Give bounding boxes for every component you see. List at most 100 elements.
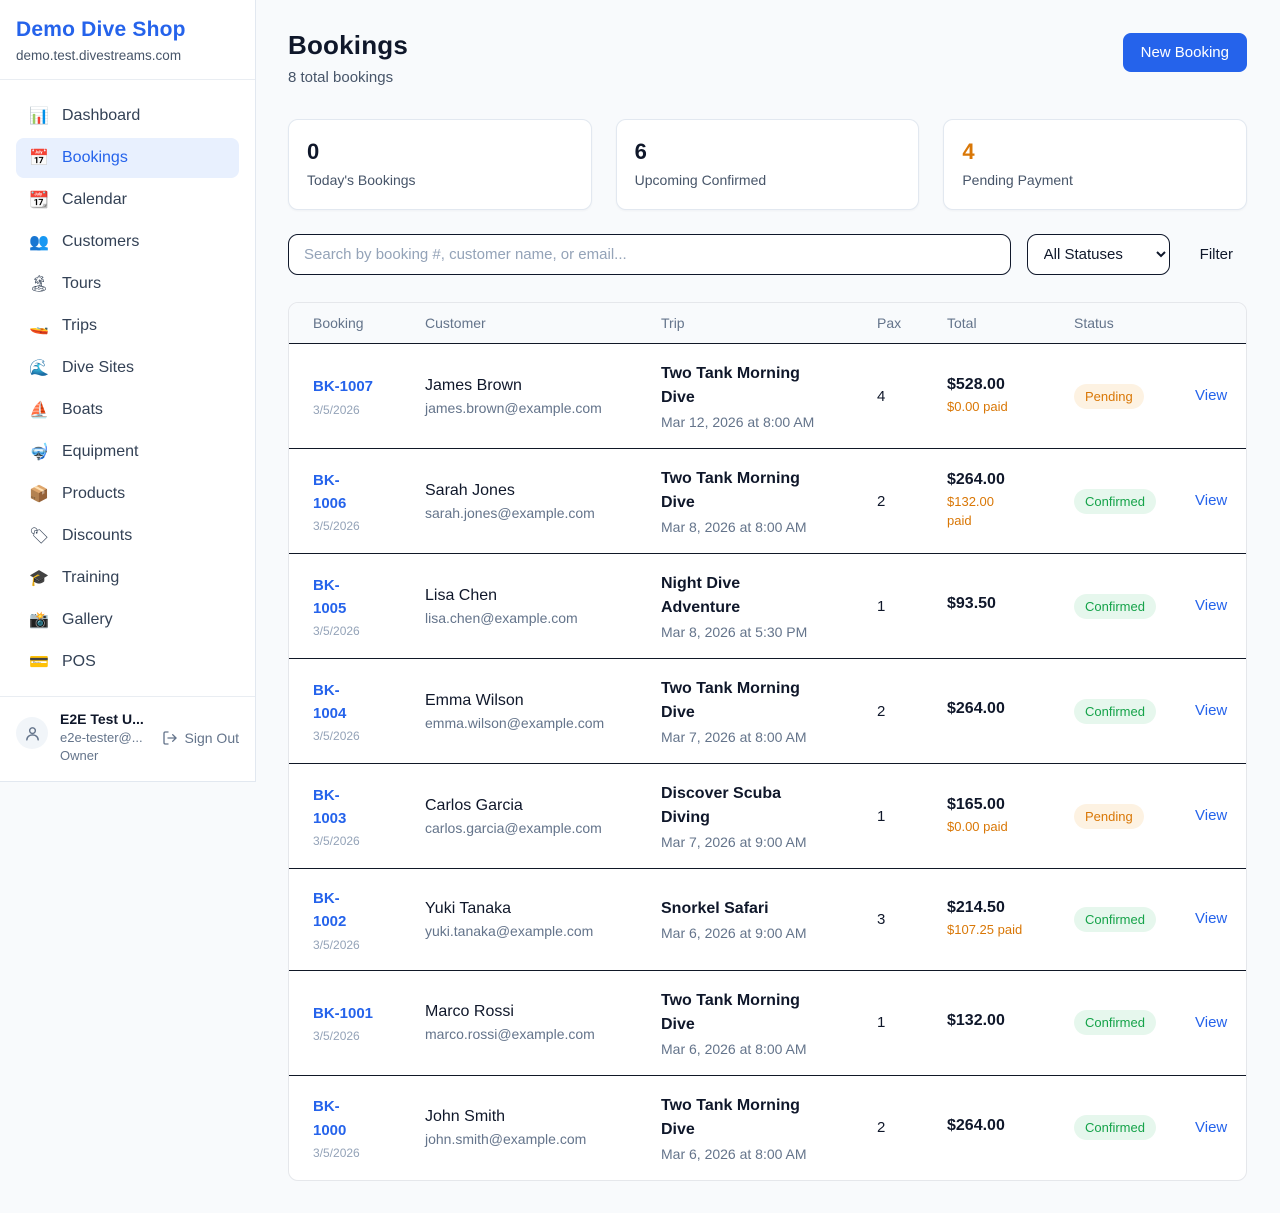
table-row: BK-1001 3/5/2026 Marco Rossi marco.rossi… (289, 971, 1246, 1076)
actions-cell: View (1195, 910, 1227, 928)
sidebar-item-label: POS (62, 653, 96, 671)
total-cell: $264.00 (947, 1117, 1074, 1139)
paid-amount: $0.00 paid (947, 398, 1074, 417)
trip-name: Two Tank Morning Dive (661, 677, 816, 725)
trip-cell: Two Tank Morning Dive Mar 6, 2026 at 8:0… (661, 1094, 877, 1162)
sign-out-button[interactable]: Sign Out (162, 730, 239, 746)
sidebar-item-tours[interactable]: 🏝 Tours (16, 264, 239, 304)
sidebar-item-dive-sites[interactable]: 🌊 Dive Sites (16, 348, 239, 388)
trip-cell: Two Tank Morning Dive Mar 8, 2026 at 8:0… (661, 467, 877, 535)
status-cell: Pending (1074, 384, 1195, 409)
sidebar-item-icon: 🤿 (29, 442, 49, 462)
booking-id-link[interactable]: BK-1005 (313, 574, 425, 621)
trip-name: Two Tank Morning Dive (661, 989, 816, 1037)
sidebar-item-pos[interactable]: 💳 POS (16, 642, 239, 682)
search-input[interactable] (288, 234, 1011, 275)
booking-date: 3/5/2026 (313, 834, 425, 848)
table-row: BK-1005 3/5/2026 Lisa Chen lisa.chen@exa… (289, 554, 1246, 659)
customer-email: sarah.jones@example.com (425, 505, 661, 521)
view-link[interactable]: View (1195, 492, 1227, 509)
table-row: BK-1004 3/5/2026 Emma Wilson emma.wilson… (289, 659, 1246, 764)
sidebar-item-equipment[interactable]: 🤿 Equipment (16, 432, 239, 472)
booking-id-link[interactable]: BK-1006 (313, 469, 425, 516)
filter-button[interactable]: Filter (1186, 238, 1247, 271)
column-header-pax: Pax (877, 315, 947, 331)
booking-cell: BK-1002 3/5/2026 (313, 887, 425, 952)
sidebar-item-trips[interactable]: 🚤 Trips (16, 306, 239, 346)
sidebar-item-label: Calendar (62, 191, 127, 209)
brand-block: Demo Dive Shop demo.test.divestreams.com (0, 0, 255, 80)
main-content: Bookings 8 total bookings New Booking 0 … (256, 0, 1280, 1213)
page-header-text: Bookings 8 total bookings (288, 30, 408, 86)
status-badge: Confirmed (1074, 1115, 1156, 1140)
total-amount: $264.00 (947, 1117, 1074, 1135)
trip-datetime: Mar 6, 2026 at 8:00 AM (661, 1041, 877, 1057)
sidebar-item-boats[interactable]: ⛵ Boats (16, 390, 239, 430)
sidebar-item-label: Bookings (62, 149, 128, 167)
booking-id-link[interactable]: BK-1000 (313, 1095, 425, 1142)
sidebar-item-icon: 📆 (29, 190, 49, 210)
user-info: E2E Test U... e2e-tester@... Owner (60, 711, 150, 763)
booking-id-link[interactable]: BK-1003 (313, 784, 425, 831)
view-link[interactable]: View (1195, 702, 1227, 719)
booking-id-link[interactable]: BK-1002 (313, 887, 425, 934)
view-link[interactable]: View (1195, 1014, 1227, 1031)
pax-cell: 1 (877, 808, 947, 825)
booking-date: 3/5/2026 (313, 938, 425, 952)
status-cell: Pending (1074, 804, 1195, 829)
status-badge: Confirmed (1074, 594, 1156, 619)
pax-cell: 3 (877, 911, 947, 928)
table-row: BK-1007 3/5/2026 James Brown james.brown… (289, 344, 1246, 449)
customer-name: John Smith (425, 1108, 661, 1126)
sidebar-item-calendar[interactable]: 📆 Calendar (16, 180, 239, 220)
status-filter-select[interactable]: All Statuses (1027, 234, 1170, 275)
status-cell: Confirmed (1074, 699, 1195, 724)
sidebar-item-label: Tours (62, 275, 101, 293)
sidebar-item-label: Boats (62, 401, 103, 419)
sidebar-item-training[interactable]: 🎓 Training (16, 558, 239, 598)
sidebar-item-label: Equipment (62, 443, 139, 461)
customer-name: Sarah Jones (425, 482, 661, 500)
status-badge: Pending (1074, 804, 1144, 829)
booking-id-link[interactable]: BK-1007 (313, 375, 425, 398)
actions-cell: View (1195, 1014, 1227, 1032)
sidebar-item-customers[interactable]: 👥 Customers (16, 222, 239, 262)
booking-date: 3/5/2026 (313, 729, 425, 743)
customer-email: lisa.chen@example.com (425, 610, 661, 626)
customer-cell: Lisa Chen lisa.chen@example.com (425, 587, 661, 626)
sidebar-item-icon: 📦 (29, 484, 49, 504)
sign-out-label: Sign Out (185, 730, 239, 746)
table-row: BK-1003 3/5/2026 Carlos Garcia carlos.ga… (289, 764, 1246, 869)
view-link[interactable]: View (1195, 910, 1227, 927)
sidebar-item-icon: 🏝 (29, 274, 49, 294)
customer-cell: Carlos Garcia carlos.garcia@example.com (425, 797, 661, 836)
customer-name: Yuki Tanaka (425, 900, 661, 918)
sidebar-item-products[interactable]: 📦 Products (16, 474, 239, 514)
sidebar-item-gallery[interactable]: 📸 Gallery (16, 600, 239, 640)
trip-datetime: Mar 7, 2026 at 8:00 AM (661, 729, 877, 745)
booking-id-link[interactable]: BK-1004 (313, 679, 425, 726)
booking-id-link[interactable]: BK-1001 (313, 1002, 425, 1025)
status-cell: Confirmed (1074, 907, 1195, 932)
sidebar-item-bookings[interactable]: 📅 Bookings (16, 138, 239, 178)
booking-cell: BK-1001 3/5/2026 (313, 1002, 425, 1043)
brand-domain: demo.test.divestreams.com (16, 48, 239, 63)
booking-cell: BK-1003 3/5/2026 (313, 784, 425, 849)
table-row: BK-1002 3/5/2026 Yuki Tanaka yuki.tanaka… (289, 869, 1246, 971)
view-link[interactable]: View (1195, 1119, 1227, 1136)
user-icon (24, 725, 41, 742)
trip-cell: Two Tank Morning Dive Mar 7, 2026 at 8:0… (661, 677, 877, 745)
sidebar-item-discounts[interactable]: 🏷 Discounts (16, 516, 239, 556)
view-link[interactable]: View (1195, 387, 1227, 404)
sidebar-item-label: Trips (62, 317, 97, 335)
view-link[interactable]: View (1195, 597, 1227, 614)
status-badge: Confirmed (1074, 489, 1156, 514)
total-amount: $93.50 (947, 595, 1074, 613)
view-link[interactable]: View (1195, 807, 1227, 824)
new-booking-button[interactable]: New Booking (1123, 33, 1247, 72)
customer-cell: Sarah Jones sarah.jones@example.com (425, 482, 661, 521)
paid-amount: $0.00 paid (947, 818, 1074, 837)
sidebar-item-dashboard[interactable]: 📊 Dashboard (16, 96, 239, 136)
total-cell: $132.00 (947, 1012, 1074, 1034)
customer-name: Emma Wilson (425, 692, 661, 710)
